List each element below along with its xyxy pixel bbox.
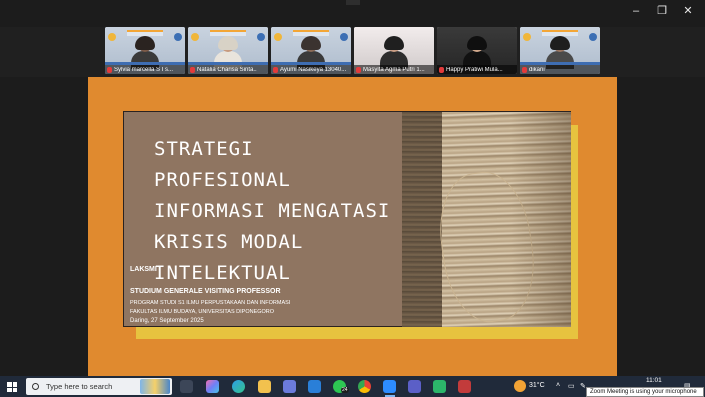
participant-tile[interactable]: Natalia Charisa Sinta.. bbox=[188, 27, 268, 74]
logo-icon bbox=[274, 33, 282, 41]
participant-video bbox=[380, 36, 408, 69]
windows-start-icon[interactable] bbox=[7, 382, 17, 392]
newspaper-stack-image bbox=[402, 112, 571, 327]
logo-icon bbox=[257, 33, 265, 41]
logo-icon bbox=[174, 33, 182, 41]
mail-icon[interactable] bbox=[308, 380, 321, 393]
participant-name: dikarii bbox=[529, 66, 545, 73]
participant-name: Sylvia marcella S I s... bbox=[114, 66, 174, 73]
slide-title-line: STRATEGI PROFESIONAL bbox=[154, 138, 291, 191]
mic-muted-icon bbox=[273, 66, 278, 73]
slide-faculty: FAKULTAS ILMU BUDAYA, UNIVERSITAS DIPONE… bbox=[130, 309, 275, 315]
participant-tile[interactable]: Happy Pratiwi Mula... bbox=[437, 27, 517, 74]
minimize-icon[interactable]: – bbox=[623, 4, 649, 18]
search-placeholder: Type here to search bbox=[46, 382, 113, 391]
edge-icon[interactable] bbox=[232, 380, 245, 393]
zoom-icon[interactable] bbox=[383, 380, 396, 393]
chrome-icon[interactable] bbox=[358, 380, 371, 393]
presentation-slide: STRATEGI PROFESIONAL INFORMASI MENGATASI… bbox=[123, 111, 571, 327]
participant-tile[interactable]: Masyita Agma Putri 1... bbox=[354, 27, 434, 74]
mic-muted-icon bbox=[522, 66, 527, 73]
weather-icon[interactable] bbox=[514, 380, 526, 392]
logo-icon bbox=[108, 33, 116, 41]
participant-name: Happy Pratiwi Mula... bbox=[446, 66, 503, 73]
logo-icon bbox=[589, 33, 597, 41]
participant-video bbox=[463, 36, 491, 69]
app-icon[interactable] bbox=[458, 380, 471, 393]
teams-icon[interactable] bbox=[408, 380, 421, 393]
slide-author: LAKSMI bbox=[130, 266, 157, 273]
slide-date: Daring, 27 September 2025 bbox=[130, 318, 204, 324]
restore-icon[interactable]: ❐ bbox=[649, 4, 675, 18]
mic-muted-icon bbox=[190, 66, 195, 73]
window-controls: – ❐ ✕ bbox=[623, 4, 701, 18]
slide-title-line: INTELEKTUAL bbox=[154, 262, 291, 284]
slide-title-line: KRISIS MODAL bbox=[154, 231, 304, 253]
participant-name: Masyita Agma Putri 1... bbox=[363, 66, 425, 73]
task-view-icon[interactable] bbox=[180, 380, 193, 393]
chevron-up-icon[interactable]: ˄ bbox=[556, 382, 560, 389]
participant-strip: Sylvia marcella S I s... Natalia Charisa… bbox=[0, 27, 705, 77]
file-explorer-icon[interactable] bbox=[258, 380, 271, 393]
participant-name: Natalia Charisa Sinta.. bbox=[197, 66, 257, 73]
participant-tile[interactable]: Ayumi Nasikeya 13040... bbox=[271, 27, 351, 74]
sheets-icon[interactable] bbox=[433, 380, 446, 393]
store-icon[interactable] bbox=[283, 380, 296, 393]
mic-muted-icon bbox=[439, 66, 444, 73]
copilot-icon[interactable] bbox=[206, 380, 219, 393]
slide-program: PROGRAM STUDI S1 ILMU PERPUSTAKAAN DAN I… bbox=[130, 300, 291, 306]
close-icon[interactable]: ✕ bbox=[675, 4, 701, 18]
logo-icon bbox=[340, 33, 348, 41]
participant-tile[interactable]: Sylvia marcella S I s... bbox=[105, 27, 185, 74]
participant-tile[interactable]: dikarii bbox=[520, 27, 600, 74]
slide-event: STUDIUM GENERALE VISITING PROFESSOR bbox=[130, 288, 281, 295]
slide-title-line: INFORMASI MENGATASI bbox=[154, 200, 391, 222]
desktop-screen: – ❐ ✕ Sylvia marcella S I s... Natalia C… bbox=[0, 0, 705, 397]
logo-icon bbox=[191, 33, 199, 41]
temperature[interactable]: 31°C bbox=[529, 382, 545, 389]
whatsapp-badge: 24 bbox=[341, 387, 349, 393]
search-icon bbox=[32, 383, 39, 390]
notes-icon[interactable]: ▭ bbox=[568, 382, 575, 390]
search-highlight-image bbox=[140, 379, 170, 394]
mic-usage-tooltip: Zoom Meeting is using your microphone bbox=[586, 387, 704, 397]
clock-time[interactable]: 11:01 bbox=[646, 377, 662, 384]
participant-name: Ayumi Nasikeya 13040... bbox=[280, 66, 347, 73]
slide-title: STRATEGI PROFESIONAL INFORMASI MENGATASI… bbox=[154, 134, 394, 289]
mic-muted-icon bbox=[356, 66, 361, 73]
mic-muted-icon bbox=[107, 66, 112, 73]
pen-icon[interactable]: ✎ bbox=[580, 382, 586, 390]
logo-icon bbox=[523, 33, 531, 41]
window-top-handle[interactable] bbox=[346, 0, 360, 5]
taskbar-search-box[interactable]: Type here to search bbox=[26, 378, 172, 395]
